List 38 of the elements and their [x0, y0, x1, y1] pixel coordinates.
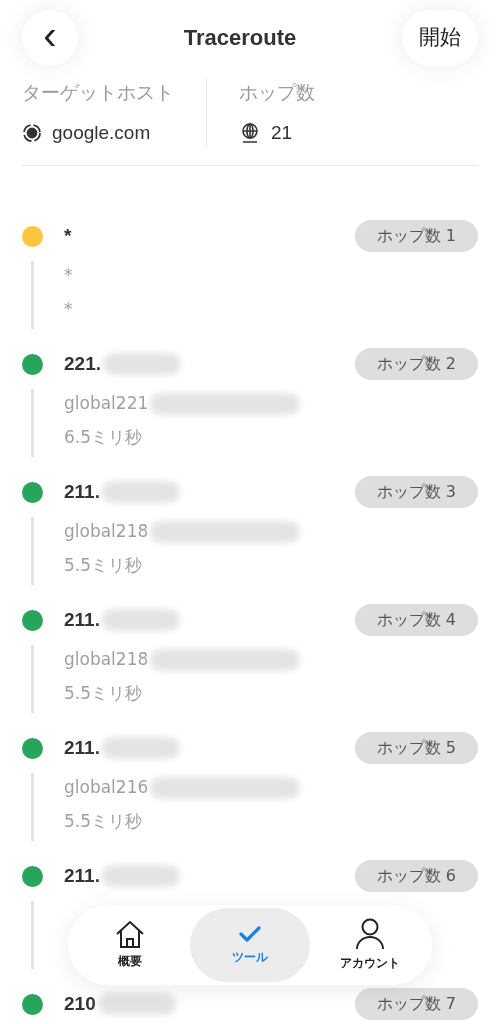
hop-badge: ホップ数 1 [354, 220, 478, 252]
summary-label: ターゲットホスト [22, 80, 174, 105]
hop-detail: 6.5ミリ秒 [64, 426, 143, 450]
hop-detail: * [64, 298, 73, 322]
hop-address: 211. [64, 479, 100, 504]
check-icon [238, 924, 262, 944]
hop-address: 211. [64, 607, 100, 632]
hop-detail: global218 [64, 520, 149, 544]
tab-item[interactable]: 概要 [70, 908, 190, 982]
hop-address: 221. [64, 351, 101, 376]
back-button[interactable]: ‹ [22, 9, 78, 66]
hop-address: 210 [64, 991, 96, 1016]
summary-value: 21 [271, 120, 293, 145]
hop-detail: 5.5ミリ秒 [64, 682, 143, 706]
page-title: Traceroute [183, 24, 297, 52]
hop-address: * [64, 223, 72, 248]
hop-badge: ホップ数 6 [354, 860, 478, 892]
hop-detail: * [64, 264, 73, 288]
hop-address: 211. [64, 735, 100, 760]
person-icon [355, 918, 385, 950]
start-button[interactable]: 開始 [402, 9, 478, 66]
hop-badge: ホップ数 3 [354, 476, 478, 508]
hop-badge: ホップ数 2 [354, 348, 478, 380]
hop-detail: 5.5ミリ秒 [64, 810, 143, 834]
hop-detail: global221 [64, 392, 149, 416]
hop-address: 211. [64, 863, 100, 888]
hop-detail: global216 [64, 776, 149, 800]
globe-icon [239, 121, 261, 144]
hop-badge: ホップ数 4 [354, 604, 478, 636]
tab-item[interactable]: アカウント [310, 908, 430, 982]
home-icon [115, 920, 145, 948]
summary-value: google.com [52, 120, 151, 145]
hop-detail: 5.5ミリ秒 [64, 554, 143, 578]
hop-badge: ホップ数 7 [354, 988, 478, 1020]
hop-badge: ホップ数 5 [354, 732, 478, 764]
summary-label: ホップ数 [239, 80, 315, 105]
hop-detail: global218 [64, 648, 149, 672]
target-icon [22, 122, 42, 143]
